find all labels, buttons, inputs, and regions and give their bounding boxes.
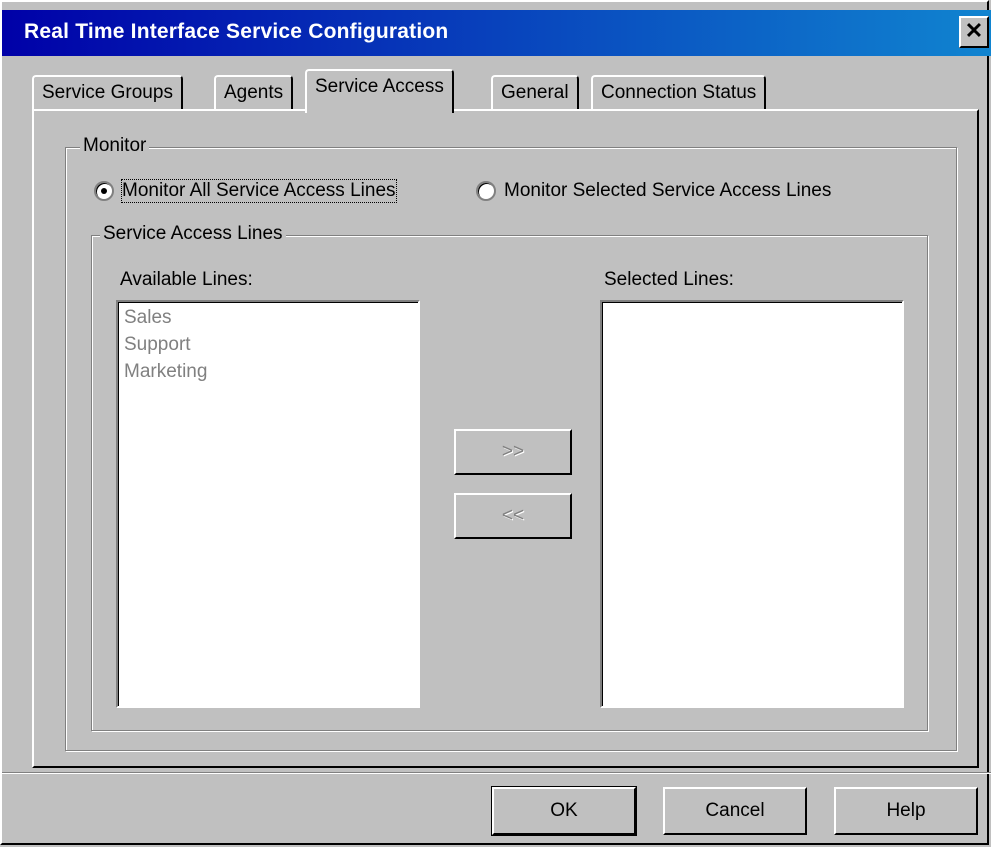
- lines-group-label: Service Access Lines: [100, 223, 286, 245]
- remove-line-button[interactable]: <<: [454, 493, 572, 539]
- tab-label: General: [501, 82, 569, 103]
- selected-lines-label: Selected Lines:: [604, 269, 734, 290]
- add-line-button[interactable]: >>: [454, 429, 572, 475]
- ok-label: OK: [550, 800, 578, 821]
- monitor-selected-label: Monitor Selected Service Access Lines: [504, 180, 832, 201]
- selected-lines-list[interactable]: [600, 300, 904, 708]
- monitor-all-radio[interactable]: Monitor All Service Access Lines: [94, 179, 397, 203]
- available-lines-list[interactable]: Sales Support Marketing: [116, 300, 420, 708]
- radio-checked-icon: [94, 181, 114, 201]
- cancel-label: Cancel: [705, 800, 765, 821]
- available-lines-label: Available Lines:: [120, 269, 253, 290]
- title-bar[interactable]: Real Time Interface Service Configuratio…: [2, 10, 991, 56]
- tab-label: Service Access: [315, 76, 444, 97]
- monitor-selected-radio[interactable]: Monitor Selected Service Access Lines: [476, 180, 831, 202]
- tab-label: Agents: [224, 82, 284, 103]
- add-line-label: >>: [501, 441, 525, 462]
- cancel-button[interactable]: Cancel: [663, 787, 807, 835]
- config-dialog: Real Time Interface Service Configuratio…: [0, 0, 991, 845]
- tab-connection-status[interactable]: Connection Status: [591, 75, 767, 111]
- service-access-lines-group: Service Access Lines Available Lines: Se…: [91, 223, 928, 731]
- list-item[interactable]: Support: [118, 331, 418, 358]
- tab-label: Connection Status: [601, 82, 757, 103]
- tab-agents[interactable]: Agents: [214, 75, 294, 111]
- help-button[interactable]: Help: [834, 787, 978, 835]
- window-title: Real Time Interface Service Configuratio…: [24, 20, 449, 43]
- tab-general[interactable]: General: [491, 75, 579, 111]
- tab-service-access[interactable]: Service Access: [305, 69, 454, 113]
- tab-service-groups[interactable]: Service Groups: [32, 75, 183, 111]
- remove-line-label: <<: [501, 505, 525, 526]
- list-item[interactable]: Sales: [118, 304, 418, 331]
- ok-button[interactable]: OK: [491, 786, 637, 836]
- button-row-separator: [2, 772, 991, 774]
- close-icon: ✕: [964, 18, 984, 43]
- close-button[interactable]: ✕: [959, 16, 989, 48]
- radio-unchecked-icon: [476, 181, 496, 201]
- monitor-group: Monitor Monitor All Service Access Lines…: [65, 135, 957, 751]
- monitor-group-label: Monitor: [80, 135, 150, 157]
- tab-label: Service Groups: [42, 82, 173, 103]
- monitor-all-label: Monitor All Service Access Lines: [121, 179, 397, 203]
- help-label: Help: [886, 800, 926, 821]
- service-access-panel: Monitor Monitor All Service Access Lines…: [32, 109, 979, 768]
- list-item[interactable]: Marketing: [118, 358, 418, 385]
